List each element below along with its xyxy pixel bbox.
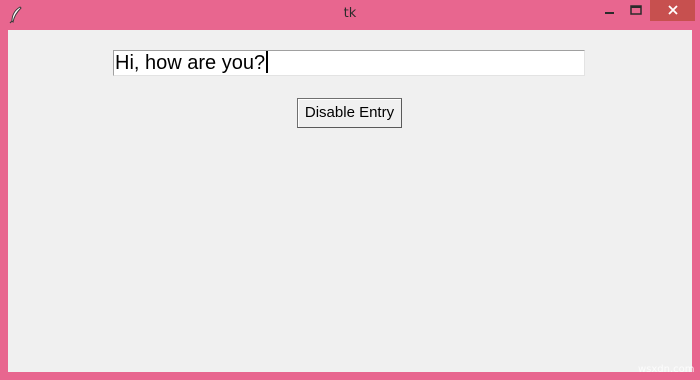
minimize-button[interactable] [598, 0, 622, 21]
entry-text: Hi, how are you? [115, 52, 266, 74]
window-content: Hi, how are you? Disable Entry [8, 30, 692, 372]
maximize-button[interactable] [623, 0, 649, 21]
text-caret [266, 51, 269, 73]
maximize-icon [630, 2, 642, 20]
watermark: wsxdn.com [638, 364, 695, 375]
disable-entry-button[interactable]: Disable Entry [297, 98, 402, 128]
close-icon [667, 2, 679, 20]
window-title: tk [343, 6, 357, 21]
minimize-icon [605, 2, 615, 20]
title-bar[interactable]: tk [0, 0, 700, 30]
close-button[interactable] [650, 0, 695, 21]
app-window: tk Hi, how are you? Disable Entry wsxdn.… [0, 0, 700, 380]
text-entry[interactable]: Hi, how are you? [113, 50, 585, 76]
